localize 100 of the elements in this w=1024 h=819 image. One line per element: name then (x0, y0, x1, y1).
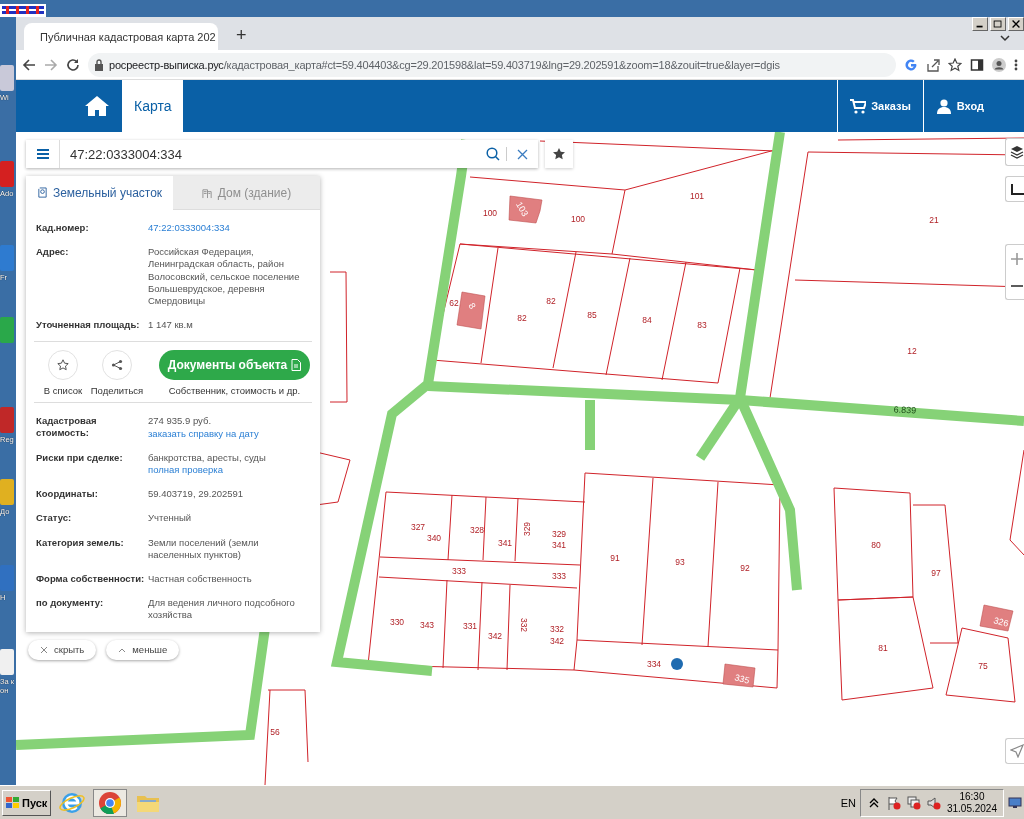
language-indicator[interactable]: EN (840, 796, 856, 809)
new-tab-button[interactable]: + (232, 25, 251, 46)
parcel-number: 328 (469, 525, 485, 535)
add-to-list-button[interactable]: В список (36, 350, 90, 397)
navigation-arrow-icon (1010, 744, 1024, 758)
field-label: Риски при сделке: (36, 451, 124, 465)
field-value: Учтенный (148, 512, 193, 525)
parcel-number: 82 (546, 296, 556, 306)
layers-icon (1010, 145, 1024, 159)
parcel-number: 80 (871, 540, 881, 550)
share-icon (111, 359, 123, 372)
parcel-number: 332 (549, 624, 565, 634)
search-input[interactable]: 47:22:0333004:334 (60, 141, 480, 167)
parcel-number: 75 (978, 661, 988, 671)
document-icon (291, 359, 302, 372)
cart-icon (850, 98, 867, 114)
parcel-number: 91 (610, 553, 620, 563)
field-link[interactable]: заказать справку на дату (148, 427, 310, 440)
hide-button[interactable]: скрыть (28, 639, 97, 660)
parcel-number: 333 (551, 571, 567, 581)
parcel-number: 341 (551, 540, 567, 550)
parcel-number: 85 (587, 310, 597, 320)
parcel-number: 334 (646, 659, 662, 669)
parcel-number: 81 (878, 643, 888, 653)
ruler-button[interactable] (1005, 176, 1024, 202)
home-icon[interactable] (84, 95, 110, 117)
field-label: Форма собственности: (36, 573, 146, 586)
collapse-button[interactable]: меньше (106, 639, 180, 660)
minimize-icon[interactable] (972, 17, 988, 31)
show-desktop-icon[interactable] (1008, 796, 1022, 809)
field-link[interactable]: 47:22:0333004:334 (148, 222, 310, 235)
parcel-number: 101 (689, 191, 705, 201)
parcel-number: 56 (270, 727, 280, 737)
field-label: Уточненная площадь: (36, 319, 141, 332)
side-panel-icon[interactable] (970, 57, 984, 72)
chrome-icon (97, 790, 124, 815)
favorite-button[interactable] (545, 140, 573, 168)
parcel-number: 62 (449, 298, 459, 308)
speaker-muted-icon[interactable] (926, 795, 941, 810)
share-icon[interactable] (926, 57, 940, 72)
parcel-number: 329 (551, 529, 567, 539)
bookmark-star-icon[interactable] (948, 57, 962, 72)
parcel-number: 333 (451, 566, 467, 576)
field-label: по документу: (36, 597, 105, 611)
windows-logo-icon (6, 796, 20, 809)
menu-icon[interactable] (1014, 57, 1018, 72)
browser-e-icon (59, 790, 86, 815)
parcel-number: 341 (497, 538, 513, 548)
documents-caption: Собственник, стоимость и др. (168, 385, 301, 397)
parcel-number: 343 (419, 620, 435, 630)
nav-tab[interactable]: Карта (122, 80, 184, 132)
field-value: Для ведения личного подсобного хозяйства (148, 597, 296, 622)
parcel-number: 93 (675, 557, 685, 567)
reload-icon[interactable] (66, 57, 80, 72)
desktop-shortcut-icon[interactable] (0, 4, 46, 17)
parcel-number: 84 (642, 315, 652, 325)
parcel-number: 342 (487, 631, 503, 641)
field-value: Земли поселений (земли населенных пунктов) (148, 536, 260, 562)
building-number: 8 (466, 301, 478, 311)
location-marker (671, 658, 683, 670)
locate-button[interactable] (1005, 738, 1024, 764)
search-icon[interactable] (486, 147, 500, 161)
parcel-number: 330 (389, 617, 405, 627)
panel-tab[interactable]: Земельный участок (26, 176, 173, 210)
parcel-number: 92 (740, 563, 750, 573)
parcel-number: 331 (462, 621, 478, 631)
layers-button[interactable] (1005, 138, 1024, 166)
building-number: 335 (733, 672, 751, 686)
building-number: 326 (992, 615, 1010, 629)
parcel-number: 100 (482, 208, 498, 218)
maximize-icon[interactable] (990, 17, 1006, 31)
building[interactable] (979, 604, 1014, 632)
google-g-icon[interactable] (904, 57, 918, 72)
zoom-control[interactable] (1005, 244, 1024, 300)
field-label: Адрес: (36, 246, 70, 260)
building-number: 103 (513, 200, 531, 218)
start-button[interactable]: Пуск (2, 789, 52, 816)
taskbar-app[interactable] (93, 788, 128, 817)
field-label: Кад.номер: (36, 222, 90, 235)
field-label: Статус: (36, 512, 73, 525)
parcel-number: 21 (929, 215, 939, 225)
parcel-number: 329 (522, 521, 532, 537)
chevron-down-icon[interactable] (1000, 35, 1010, 42)
back-arrow-icon[interactable] (22, 57, 36, 72)
address-field[interactable]: росреестр-выписка.рус/кадастровая_карта#ct=59.404403&cg=29.201598&lat=59.403719&lng=29.202591&zoom=18&zouit=true&layer=dgis (88, 52, 896, 77)
network-warning-icon[interactable] (906, 795, 921, 810)
road-label: 6.839 (893, 404, 917, 416)
clock-date[interactable]: 31.05.2024 (946, 802, 997, 815)
flag-warning-icon[interactable] (886, 795, 901, 810)
parcel-number: 100 (570, 214, 586, 224)
building[interactable] (722, 663, 756, 688)
clear-icon[interactable] (517, 148, 528, 160)
clock-time[interactable]: 16:30 (959, 790, 985, 803)
close-icon[interactable] (1008, 17, 1024, 31)
field-label: Кадастровая стоимость: (36, 415, 98, 440)
field-link[interactable]: полная проверка (148, 464, 310, 477)
building[interactable] (508, 195, 543, 224)
browser-tab[interactable]: Публичная кадастровая карта 202 (24, 23, 218, 50)
profile-icon[interactable] (992, 57, 1006, 72)
share-button[interactable]: Поделиться (90, 350, 144, 397)
